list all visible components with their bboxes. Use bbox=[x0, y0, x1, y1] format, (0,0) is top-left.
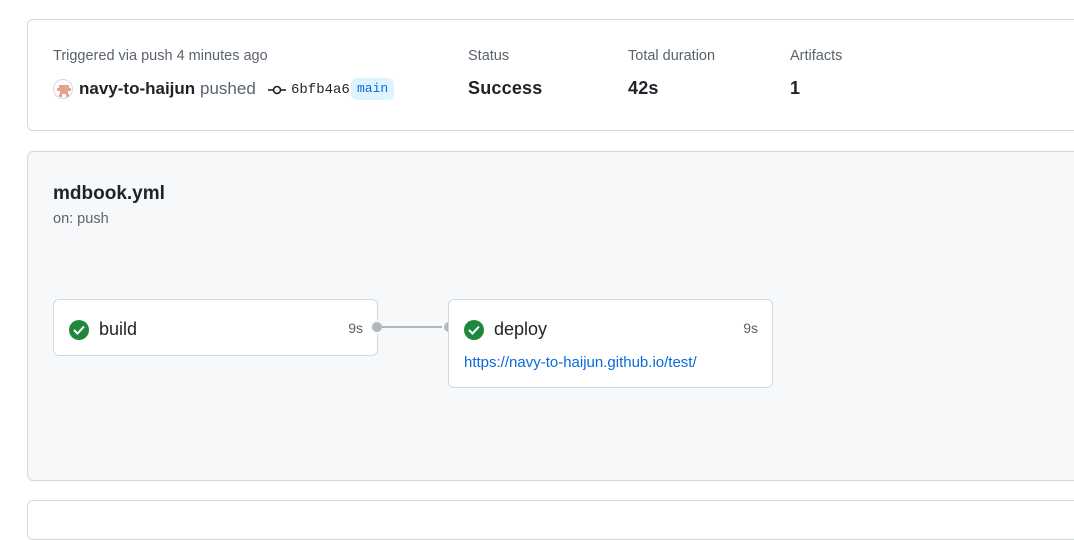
job-connector bbox=[382, 326, 444, 328]
job-duration: 9s bbox=[743, 320, 758, 336]
check-circle-fill-icon bbox=[464, 320, 484, 340]
avatar[interactable] bbox=[53, 79, 73, 99]
action-text: pushed bbox=[200, 79, 256, 98]
job-build[interactable]: build 9s bbox=[53, 299, 378, 356]
status-label: Status bbox=[468, 48, 510, 64]
check-circle-fill-icon bbox=[69, 320, 89, 340]
actor-link[interactable]: navy-to-haijun bbox=[79, 79, 195, 99]
artifacts-label: Artifacts bbox=[790, 48, 843, 64]
workflow-trigger: on: push bbox=[53, 211, 109, 227]
artifacts-value[interactable]: 1 bbox=[790, 78, 800, 99]
workflow-file-name[interactable]: mdbook.yml bbox=[53, 183, 165, 205]
next-section-card bbox=[27, 500, 1074, 540]
workflow-graph: mdbook.yml on: push build 9s deploy 9s h… bbox=[27, 151, 1074, 481]
run-summary-card: Triggered via push 4 minutes ago navy-to… bbox=[27, 19, 1074, 131]
git-commit-icon bbox=[268, 83, 286, 95]
job-duration: 9s bbox=[348, 320, 363, 336]
branch-badge[interactable]: main bbox=[351, 78, 395, 100]
commit-sha-link[interactable]: 6bfb4a6 bbox=[291, 82, 350, 98]
status-value: Success bbox=[468, 78, 543, 98]
trigger-text: Triggered via push 4 minutes ago bbox=[53, 48, 268, 64]
job-name: deploy bbox=[494, 319, 548, 339]
job-name: build bbox=[99, 319, 138, 339]
deployment-url-link[interactable]: https://navy-to-haijun.github.io/test/ bbox=[464, 354, 697, 371]
duration-label: Total duration bbox=[628, 48, 716, 64]
duration-value: 42s bbox=[628, 78, 659, 98]
job-deploy[interactable]: deploy 9s https://navy-to-haijun.github.… bbox=[448, 299, 773, 388]
